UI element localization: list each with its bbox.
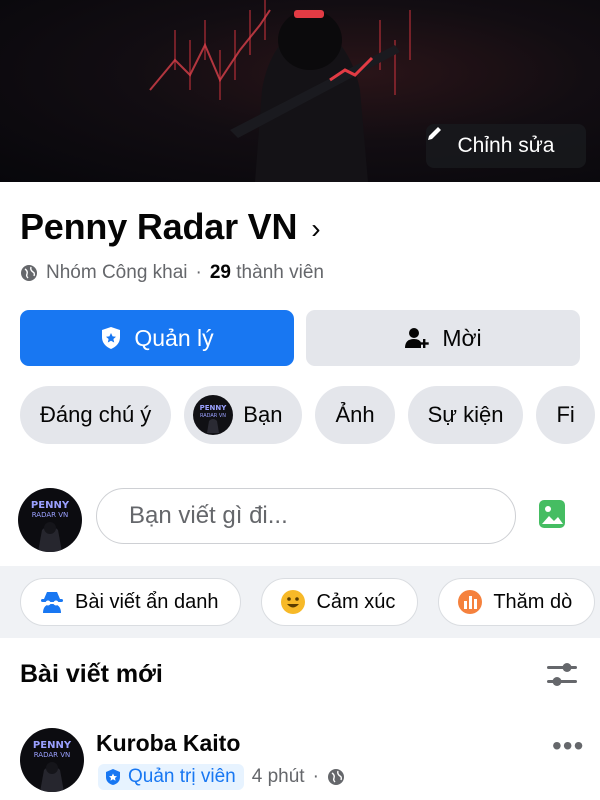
tab-files[interactable]: Fi — [536, 386, 595, 444]
anonymous-post-chip[interactable]: Bài viết ẩn danh — [20, 578, 242, 626]
group-privacy: Nhóm Công khai — [46, 262, 188, 283]
member-label: thành viên — [236, 262, 324, 283]
post-author[interactable]: Kuroba Kaito — [96, 730, 240, 757]
add-person-icon — [405, 328, 430, 348]
avatar[interactable]: PENNY RADAR VN — [20, 728, 84, 792]
filter-sliders-icon[interactable] — [545, 660, 579, 690]
avatar: PENNY RADAR VN — [193, 395, 234, 435]
photo-icon[interactable] — [537, 497, 567, 531]
post-meta: Quản trị viên 4 phút · — [98, 764, 345, 790]
tab-label: Đáng chú ý — [40, 402, 152, 427]
chip-label: Cảm xúc — [316, 590, 396, 613]
group-logo-icon: PENNY RADAR VN — [31, 500, 70, 552]
edit-cover-label: Chỉnh sửa — [457, 134, 555, 157]
tab-label: Ảnh — [335, 402, 375, 427]
manage-label: Quản lý — [134, 324, 214, 351]
composer-input[interactable]: Bạn viết gì đi... — [96, 488, 516, 544]
group-title[interactable]: Penny Radar VN › — [20, 206, 321, 248]
smile-icon — [281, 590, 306, 614]
shield-star-icon — [106, 769, 120, 785]
role-label: Quản trị viên — [128, 766, 236, 787]
section-title: Bài viết mới — [20, 660, 163, 688]
group-logo-icon: PENNY RADAR VN — [200, 404, 228, 433]
svg-text:RADAR VN: RADAR VN — [200, 413, 226, 419]
post-option-chips: Bài viết ẩn danh Cảm xúc Thăm dò — [20, 578, 596, 626]
chip-label: Thăm dò — [493, 590, 573, 613]
post-time[interactable]: 4 phút — [252, 766, 305, 788]
group-tabs: Đáng chú ý PENNY RADAR VN Bạn Ảnh Sự kiệ… — [20, 386, 595, 444]
avatar[interactable]: PENNY RADAR VN — [18, 488, 82, 552]
shield-star-icon — [102, 327, 121, 349]
group-meta: Nhóm Công khai · 29 thành viên — [20, 262, 324, 284]
poll-chip[interactable]: Thăm dò — [438, 578, 596, 626]
chip-label: Bài viết ẩn danh — [75, 590, 219, 613]
tab-photos[interactable]: Ảnh — [315, 386, 395, 444]
meta-separator: · — [312, 766, 319, 787]
member-count-wrap[interactable]: 29 thành viên — [210, 262, 324, 284]
meta-separator: · — [195, 262, 202, 283]
globe-icon — [327, 769, 344, 785]
svg-text:PENNY: PENNY — [33, 740, 72, 751]
svg-text:RADAR VN: RADAR VN — [34, 751, 71, 759]
cover-photo[interactable]: Chỉnh sửa — [0, 0, 600, 182]
anonymous-icon — [41, 592, 63, 613]
tab-featured[interactable]: Đáng chú ý — [20, 386, 172, 444]
invite-button[interactable]: Mời — [306, 310, 580, 366]
group-logo-icon: PENNY RADAR VN — [33, 740, 72, 792]
tab-label: Fi — [556, 402, 575, 427]
feeling-chip[interactable]: Cảm xúc — [261, 578, 419, 626]
globe-icon — [21, 265, 37, 281]
tab-events[interactable]: Sự kiện — [407, 386, 524, 444]
composer-placeholder: Bạn viết gì đi... — [129, 502, 288, 529]
svg-text:PENNY: PENNY — [200, 404, 228, 412]
more-options-icon[interactable]: ••• — [552, 730, 584, 762]
tab-label: Sự kiện — [427, 402, 504, 427]
invite-label: Mời — [442, 324, 482, 351]
chevron-right-icon: › — [311, 213, 321, 244]
admin-badge[interactable]: Quản trị viên — [98, 764, 244, 790]
svg-text:RADAR VN: RADAR VN — [32, 511, 69, 519]
tab-label: Bạn — [243, 402, 283, 427]
poll-icon — [458, 590, 483, 614]
group-name: Penny Radar VN — [20, 206, 298, 247]
svg-text:PENNY: PENNY — [31, 500, 70, 511]
tab-friends[interactable]: PENNY RADAR VN Bạn — [184, 386, 303, 444]
manage-button[interactable]: Quản lý — [20, 310, 294, 366]
member-count: 29 — [209, 262, 231, 283]
pencil-icon — [428, 127, 441, 140]
edit-cover-button[interactable]: Chỉnh sửa — [426, 124, 586, 168]
